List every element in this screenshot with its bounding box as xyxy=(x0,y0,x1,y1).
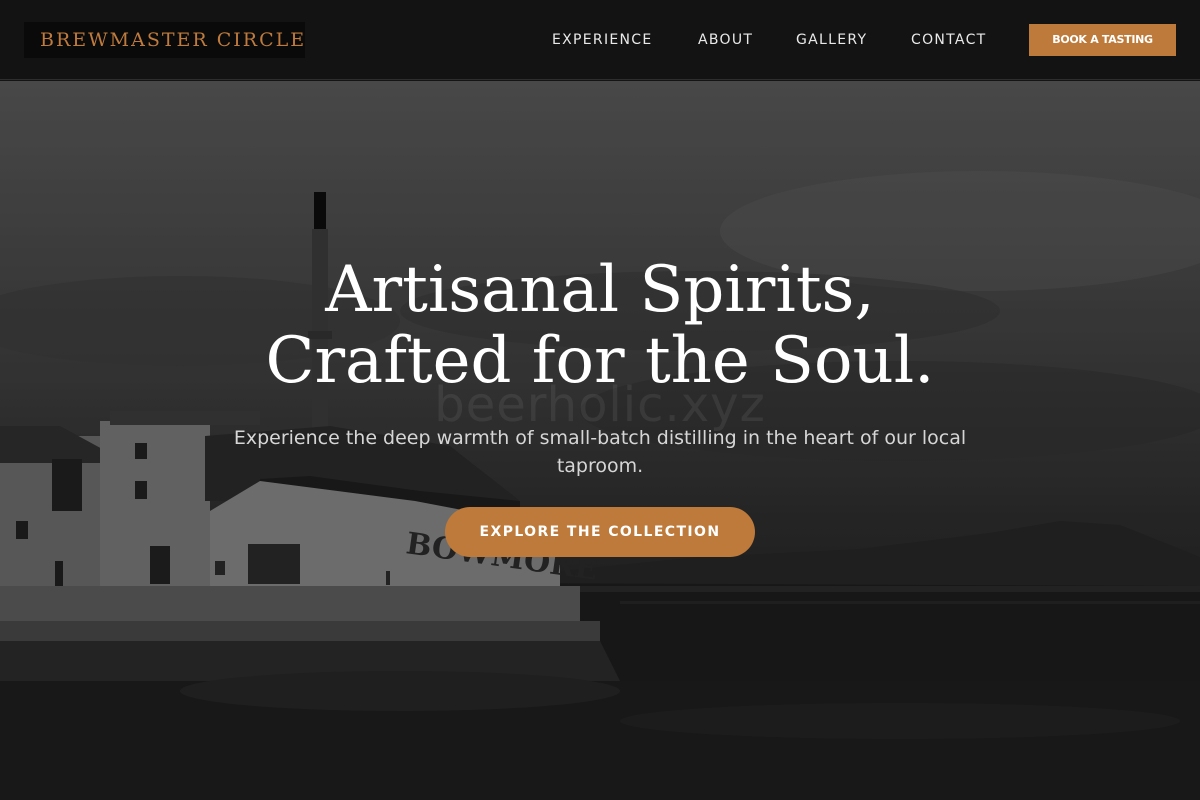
hero-title-line-1: Artisanal Spirits, xyxy=(325,253,875,327)
nav-about[interactable]: ABOUT xyxy=(698,0,753,80)
nav-experience[interactable]: EXPERIENCE xyxy=(552,0,653,80)
nav-contact[interactable]: CONTACT xyxy=(911,0,987,80)
site-header: BREWMASTER CIRCLE EXPERIENCE ABOUT GALLE… xyxy=(0,0,1200,80)
hero-title: Artisanal Spirits, Crafted for the Soul. xyxy=(0,255,1200,397)
brand-logo[interactable]: BREWMASTER CIRCLE xyxy=(24,22,305,58)
nav-gallery[interactable]: GALLERY xyxy=(796,0,867,80)
hero-subtitle: Experience the deep warmth of small-batc… xyxy=(233,427,967,477)
book-tasting-button[interactable]: BOOK A TASTING xyxy=(1029,24,1176,56)
hero-section: BOWMORE beerholic.xyz Artisanal Spirits,… xyxy=(0,81,1200,800)
hero-title-line-2: Crafted for the Soul. xyxy=(265,324,935,398)
explore-collection-button[interactable]: EXPLORE THE COLLECTION xyxy=(445,507,755,557)
